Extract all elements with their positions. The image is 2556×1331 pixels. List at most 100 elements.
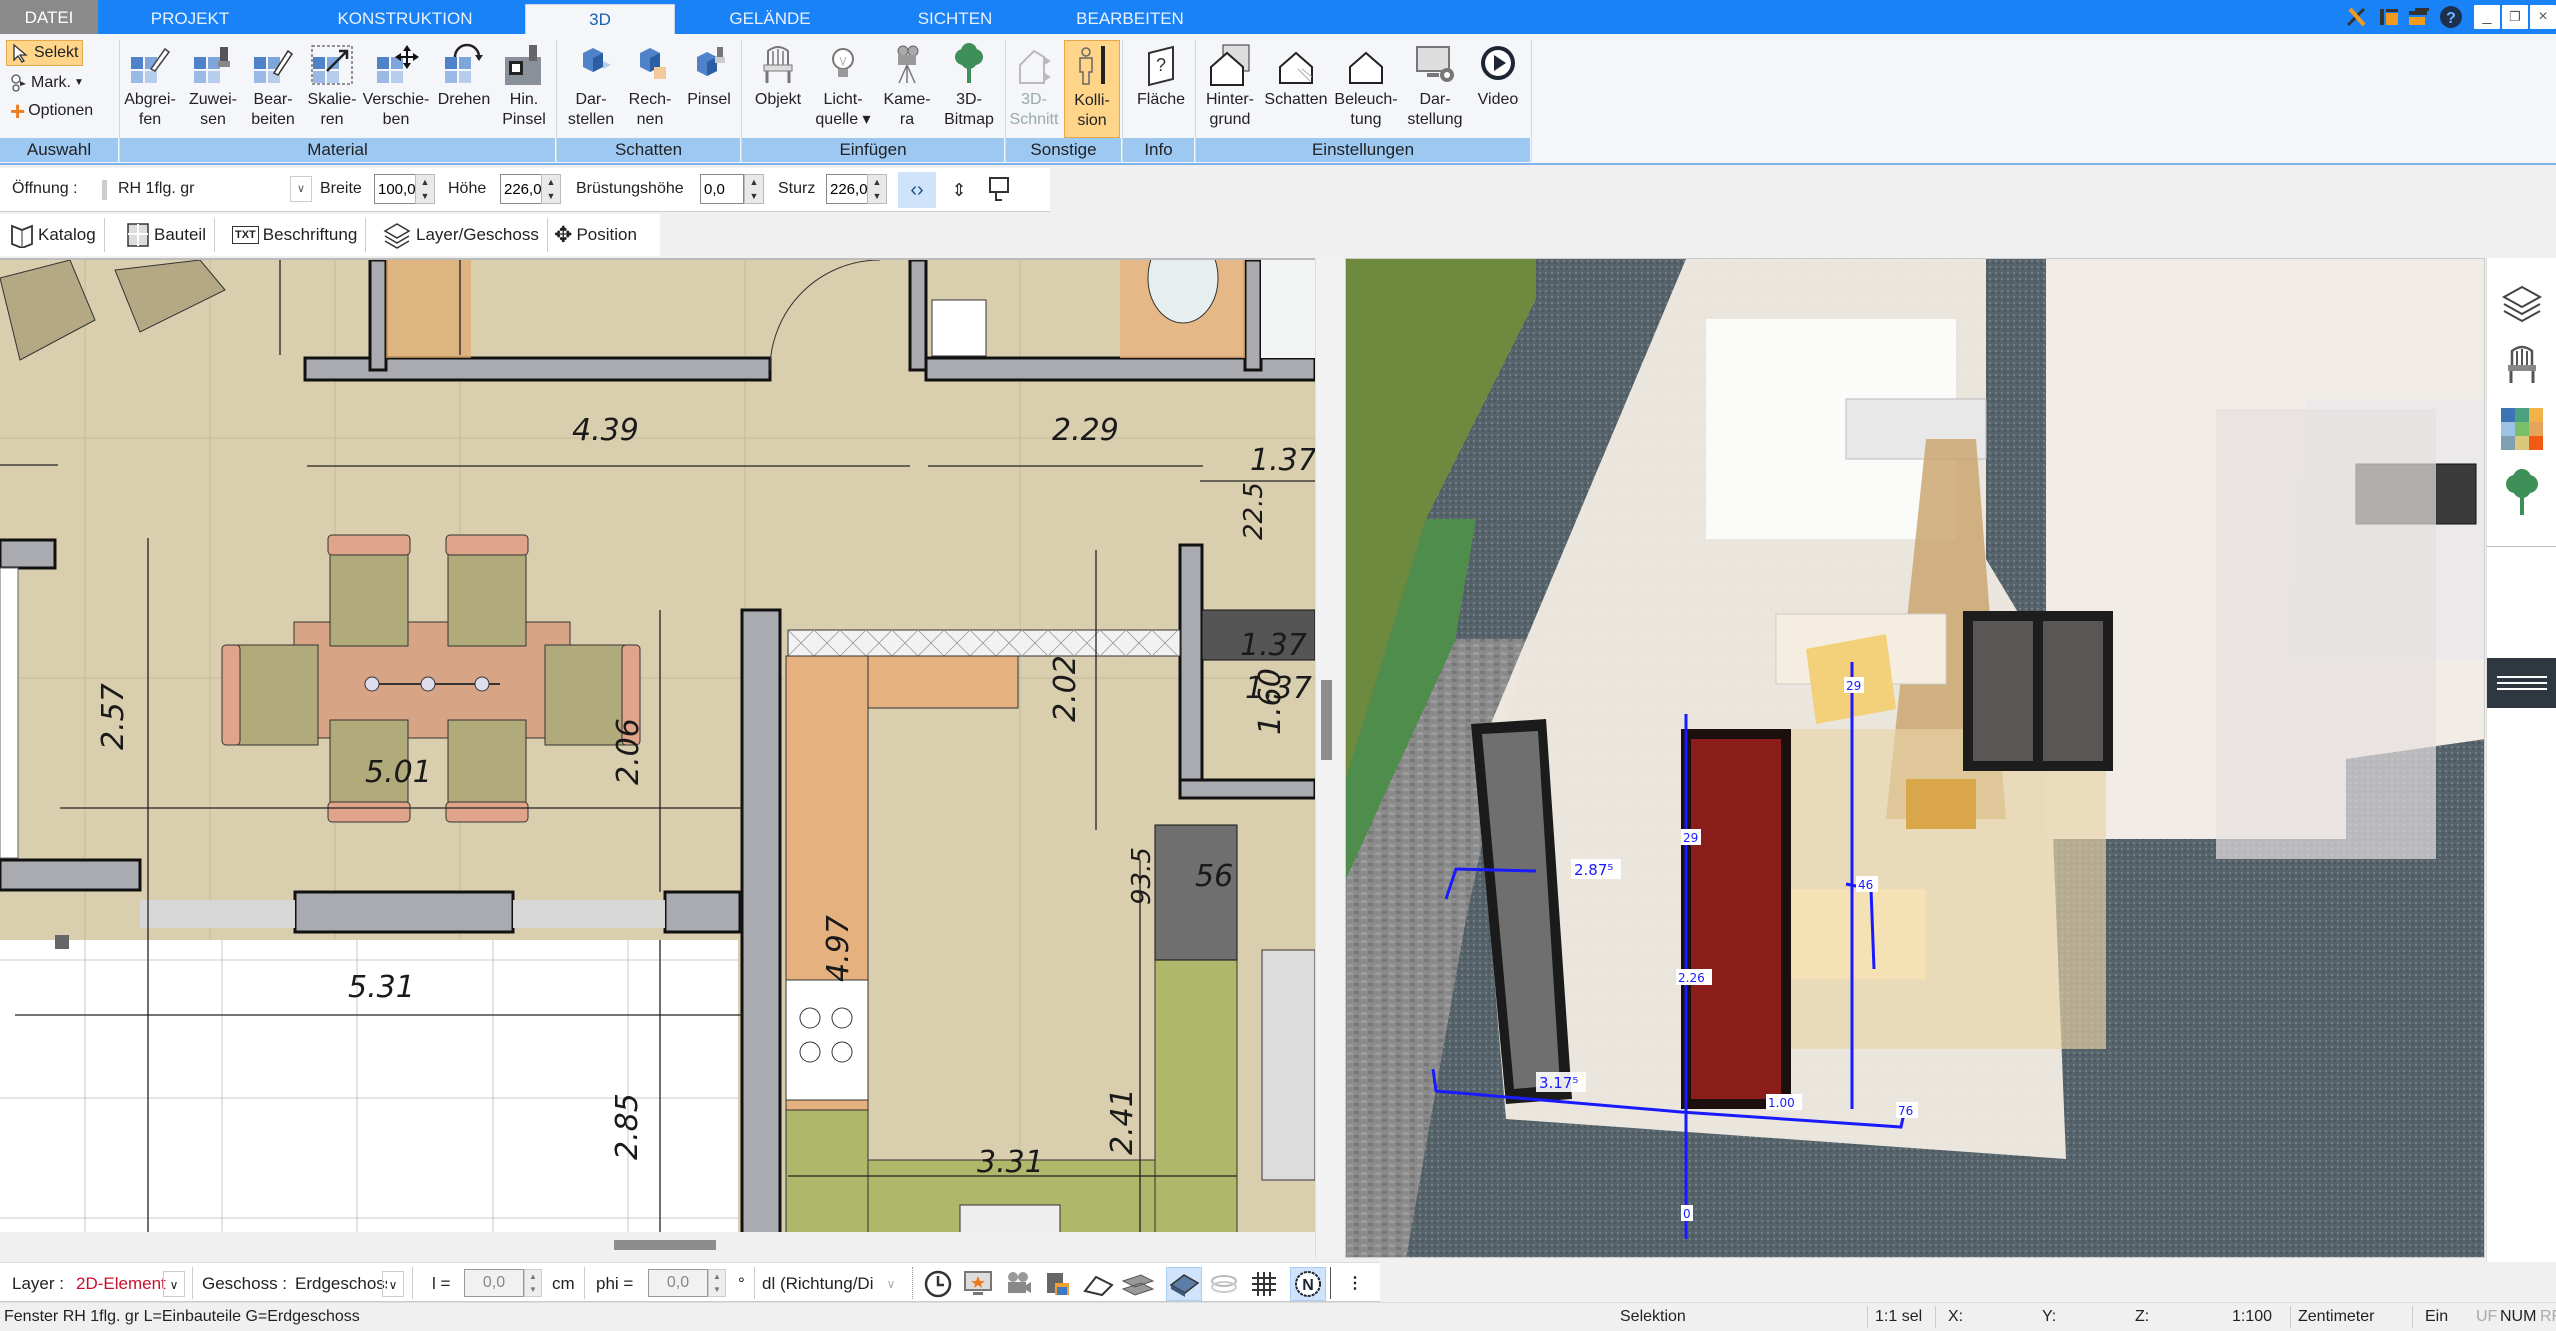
zuweisen-button[interactable]: Zuwei- sen: [184, 40, 242, 138]
furniture-panel-button[interactable]: [2497, 340, 2547, 390]
color-palette-icon: [2501, 408, 2543, 450]
bauteil-label: Bauteil: [154, 225, 206, 244]
horizontal-scroll-thumb[interactable]: [614, 1240, 716, 1250]
floor-slab-icon[interactable]: [1166, 1267, 1202, 1301]
north-arrow-icon[interactable]: N: [1290, 1267, 1326, 1301]
window-view-icon[interactable]: [984, 174, 1018, 206]
tab-konstruktion[interactable]: KONSTRUKTION: [290, 4, 520, 34]
flip-vertical-icon[interactable]: ⇕: [944, 172, 974, 208]
beleuchtung-label-2: tung: [1350, 111, 1382, 128]
mark-icon: [11, 74, 26, 92]
3d-bitmap-button[interactable]: 3D- Bitmap: [938, 40, 1000, 138]
panel-layout-icon[interactable]: [2376, 5, 2402, 29]
layer-geschoss-button[interactable]: Layer/Geschoss: [382, 218, 548, 252]
materials-panel-button[interactable]: [2497, 404, 2547, 454]
video-camera-icon[interactable]: [1000, 1267, 1036, 1301]
tab-bearbeiten[interactable]: BEARBEITEN: [1040, 4, 1220, 34]
phi-spinner[interactable]: ▲ ▼: [708, 1269, 726, 1297]
layer-dropdown[interactable]: ∨: [163, 1271, 185, 1297]
katalog-button[interactable]: Katalog: [10, 218, 105, 252]
position-button[interactable]: ✥ Position: [554, 218, 645, 252]
bauteil-button[interactable]: Bauteil: [126, 218, 215, 252]
phi-input[interactable]: [648, 1269, 708, 1297]
3d-schnitt-button[interactable]: 3D- Schnitt: [1006, 40, 1062, 138]
darstellen-button[interactable]: Dar- stellen: [560, 40, 622, 138]
close-button[interactable]: ×: [2530, 5, 2556, 29]
schatten-einstellung-button[interactable]: Schatten: [1262, 40, 1330, 138]
minimize-button[interactable]: _: [2474, 5, 2500, 29]
floor-plan-vertical-scrollbar[interactable]: [1315, 258, 1345, 1258]
rechnen-button[interactable]: Rech- nen: [622, 40, 678, 138]
grid-icon[interactable]: [1246, 1267, 1282, 1301]
history-clock-icon[interactable]: [920, 1267, 956, 1301]
house-shadow-icon: [1279, 51, 1313, 84]
more-options-icon[interactable]: ⋮: [1340, 1267, 1370, 1301]
beleuchtung-button[interactable]: Beleuch- tung: [1332, 40, 1400, 138]
verschieben-button[interactable]: Verschie- ben: [362, 40, 430, 138]
length-spinner[interactable]: ▲ ▼: [524, 1269, 542, 1297]
direction-mode-dropdown[interactable]: ∨: [880, 1271, 902, 1297]
floor-plan-canvas[interactable]: 4.39 2.29 1.37 1.37 1.37 5.01 5.31 56 3.…: [0, 258, 1315, 1232]
dim-93-5: 93.5: [1127, 847, 1157, 905]
darstellen-label-1: Dar-: [575, 91, 607, 108]
options-button[interactable]: + Optionen: [6, 98, 97, 124]
window-arrange-icon[interactable]: [2406, 5, 2432, 29]
select-button[interactable]: Selekt: [6, 40, 84, 66]
width-spinner[interactable]: ▲ ▼: [415, 174, 435, 204]
opening-type-value: RH 1flg. gr: [118, 180, 195, 197]
kollision-toggle[interactable]: Kolli- sion: [1064, 40, 1120, 138]
drehen-button[interactable]: Drehen: [432, 40, 496, 138]
bearbeiten-button[interactable]: Bear- beiten: [244, 40, 302, 138]
abgreifen-button[interactable]: Abgrei- fen: [120, 40, 180, 138]
rechnen-label-1: Rech-: [628, 91, 672, 108]
plants-panel-button[interactable]: [2497, 468, 2547, 518]
sill-height-spinner[interactable]: ▲ ▼: [744, 174, 764, 204]
hintergrund-button[interactable]: Hinter- grund: [1198, 40, 1262, 138]
kamera-button[interactable]: Kame- ra: [876, 40, 938, 138]
darstellung-button[interactable]: Dar- stellung: [1402, 40, 1468, 138]
height-input[interactable]: [500, 174, 542, 204]
camera-tripod-icon: [897, 45, 919, 84]
hamburger-menu-button[interactable]: [2487, 658, 2556, 708]
flip-horizontal-icon[interactable]: ‹›: [898, 172, 936, 208]
hin-pinsel-button[interactable]: Hin. Pinsel: [498, 40, 550, 138]
vertical-scroll-thumb[interactable]: [1321, 680, 1332, 760]
3d-view-canvas[interactable]: 3.17⁵ 2.87⁵ 29 29 2.26 1.00 76 46 0: [1345, 258, 2485, 1258]
height-spinner[interactable]: ▲ ▼: [541, 174, 561, 204]
lichtquelle-button[interactable]: Licht- quelle ▾: [812, 40, 874, 138]
material-layers-icon[interactable]: [1040, 1267, 1076, 1301]
presentation-monitor-icon[interactable]: [960, 1267, 996, 1301]
schatten-pinsel-button[interactable]: Pinsel: [680, 40, 738, 138]
table-3d: [1906, 779, 1976, 829]
terrain-icon[interactable]: [1206, 1267, 1242, 1301]
floor-plan-horizontal-scrollbar[interactable]: [0, 1232, 1315, 1258]
video-button[interactable]: Video: [1468, 40, 1528, 138]
roof-icon[interactable]: [1080, 1267, 1116, 1301]
mark-dropdown[interactable]: Mark. ▼: [6, 70, 88, 96]
beams-icon[interactable]: [1120, 1267, 1156, 1301]
flaeche-label: Fläche: [1136, 91, 1186, 108]
sill-height-input[interactable]: [700, 174, 744, 204]
lintel-input[interactable]: [826, 174, 868, 204]
tab-3d[interactable]: 3D: [525, 4, 675, 34]
group-label-info: Info: [1123, 138, 1194, 162]
layers-panel-button[interactable]: [2497, 278, 2547, 328]
flaeche-button[interactable]: ? Fläche: [1126, 40, 1196, 138]
select-label: Selekt: [34, 44, 79, 61]
objekt-button[interactable]: Objekt: [746, 40, 810, 138]
tab-sichten[interactable]: SICHTEN: [870, 4, 1040, 34]
length-input[interactable]: [464, 1269, 524, 1297]
width-input[interactable]: [374, 174, 416, 204]
restore-button[interactable]: ❐: [2502, 5, 2528, 29]
skalieren-button[interactable]: Skalie- ren: [304, 40, 360, 138]
opening-type-dropdown[interactable]: ∨: [290, 176, 312, 202]
help-icon[interactable]: ?: [2438, 5, 2464, 29]
dim-1-37-b: 1.37: [1240, 628, 1307, 663]
tools-icon[interactable]: [2344, 5, 2370, 29]
tab-projekt[interactable]: PROJEKT: [100, 4, 280, 34]
tab-gelaende[interactable]: GELÄNDE: [680, 4, 860, 34]
beschriftung-button[interactable]: TXT Beschriftung: [232, 218, 367, 252]
floor-dropdown[interactable]: ∨: [382, 1271, 404, 1297]
lintel-spinner[interactable]: ▲ ▼: [867, 174, 887, 204]
tab-datei[interactable]: DATEI: [0, 0, 98, 34]
